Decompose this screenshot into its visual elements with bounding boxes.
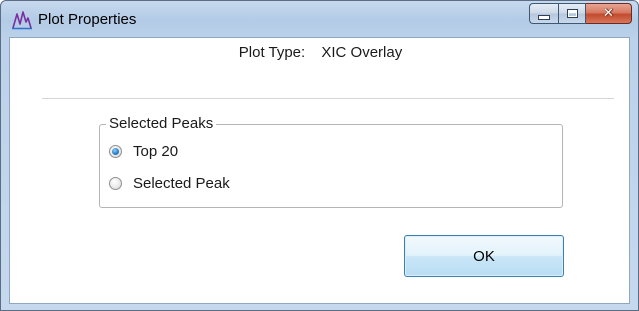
selected-peaks-legend: Selected Peaks xyxy=(106,114,217,134)
radio-top-20[interactable]: Top 20 xyxy=(109,143,178,160)
radio-button-unchecked[interactable] xyxy=(109,177,122,190)
title-bar[interactable]: Plot Properties ✕ xyxy=(1,1,638,37)
minimize-icon xyxy=(538,14,550,20)
plot-type-label: Plot Type: xyxy=(238,44,306,61)
radio-top-20-label: Top 20 xyxy=(133,143,179,160)
ok-button[interactable]: OK xyxy=(404,235,564,277)
close-icon: ✕ xyxy=(603,6,614,21)
radio-selected-peak-label: Selected Peak xyxy=(133,175,230,192)
caption-buttons: ✕ xyxy=(529,3,632,24)
dialog-client-area: Plot Type: XIC Overlay Selected Peaks To… xyxy=(9,37,630,304)
separator xyxy=(42,98,614,99)
plot-type-row: Plot Type: XIC Overlay xyxy=(10,38,631,66)
selected-peaks-group: Selected Peaks Top 20 Selected Peak xyxy=(99,114,563,208)
plot-type-value: XIC Overlay xyxy=(321,44,403,61)
peak-chart-icon xyxy=(12,11,32,30)
maximize-icon xyxy=(566,9,578,18)
radio-selected-peak[interactable]: Selected Peak xyxy=(109,175,230,192)
maximize-button[interactable] xyxy=(558,3,586,24)
plot-properties-window: Plot Properties ✕ Plot Type: XIC Overlay… xyxy=(0,0,639,311)
window-title: Plot Properties xyxy=(38,11,137,28)
minimize-button[interactable] xyxy=(529,3,558,24)
close-button[interactable]: ✕ xyxy=(586,3,632,24)
radio-button-checked[interactable] xyxy=(109,145,122,158)
